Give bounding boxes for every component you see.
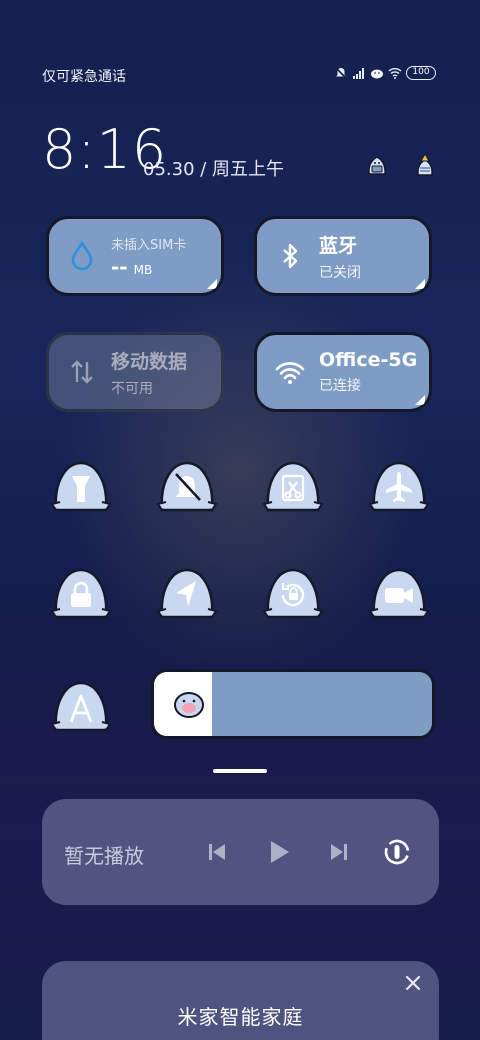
airplane-mode-toggle[interactable] bbox=[368, 456, 430, 514]
wifi-icon bbox=[388, 68, 402, 79]
edit-icon[interactable] bbox=[364, 152, 390, 178]
previous-button[interactable] bbox=[202, 837, 232, 867]
bluetooth-icon bbox=[283, 243, 298, 269]
screen-recorder-toggle[interactable] bbox=[368, 563, 430, 621]
wifi-tile[interactable]: Office-5G 已连接 bbox=[254, 332, 432, 412]
cast-icon bbox=[384, 839, 410, 865]
tile-corner bbox=[415, 395, 425, 405]
mute-icon bbox=[335, 67, 347, 79]
bluetooth-tile[interactable]: 蓝牙 已关闭 bbox=[254, 216, 432, 296]
wifi-icon bbox=[275, 362, 305, 384]
mobile-data-tile[interactable]: 移动数据 不可用 bbox=[46, 332, 224, 412]
bluetooth-status: 已关闭 bbox=[319, 264, 361, 281]
sim-status: 未插入SIM卡 bbox=[111, 237, 187, 253]
smart-home-card[interactable]: 米家智能家庭 bbox=[42, 961, 439, 1040]
battery-indicator: 100 bbox=[406, 66, 436, 80]
wifi-network-name: Office-5G bbox=[319, 349, 418, 371]
pet-icon bbox=[371, 69, 383, 79]
water-drop-icon bbox=[71, 240, 93, 271]
status-icons: 100 bbox=[334, 66, 436, 80]
mobile-data-title: 移动数据 bbox=[111, 350, 188, 373]
mute-toggle[interactable] bbox=[156, 456, 218, 514]
play-button[interactable] bbox=[264, 837, 294, 867]
data-usage-tile[interactable]: 未插入SIM卡 -- MB bbox=[46, 216, 224, 296]
signal-icon bbox=[353, 68, 364, 79]
cast-button[interactable] bbox=[382, 837, 412, 867]
rotation-lock-toggle[interactable] bbox=[262, 563, 324, 621]
next-button[interactable] bbox=[324, 837, 354, 867]
lock-screen-toggle[interactable] bbox=[50, 563, 112, 621]
media-status: 暂无播放 bbox=[64, 844, 144, 868]
flashlight-toggle[interactable] bbox=[50, 456, 112, 514]
panel-drag-handle[interactable] bbox=[213, 769, 267, 773]
data-usage-value: -- bbox=[111, 254, 128, 279]
wifi-status: 已连接 bbox=[319, 378, 361, 394]
carrier-status: 仅可紧急通话 bbox=[42, 69, 126, 85]
media-player-card[interactable]: 暂无播放 bbox=[42, 799, 439, 905]
brightness-slider[interactable] bbox=[151, 669, 435, 739]
auto-brightness-toggle[interactable] bbox=[50, 676, 112, 734]
smart-home-title: 米家智能家庭 bbox=[177, 1005, 304, 1029]
close-icon[interactable] bbox=[403, 973, 423, 993]
tile-corner bbox=[415, 279, 425, 289]
mobile-data-icon bbox=[71, 360, 93, 384]
screenshot-toggle[interactable] bbox=[262, 456, 324, 514]
play-icon bbox=[271, 841, 289, 863]
mobile-data-status: 不可用 bbox=[111, 380, 153, 397]
previous-icon bbox=[209, 844, 225, 860]
tile-corner bbox=[207, 279, 217, 289]
brightness-whale-icon bbox=[174, 692, 204, 718]
bluetooth-title: 蓝牙 bbox=[319, 234, 358, 257]
clock-date: 05.30 / 周五上午 bbox=[143, 159, 285, 180]
settings-icon[interactable] bbox=[412, 152, 438, 178]
location-toggle[interactable] bbox=[156, 563, 218, 621]
next-icon bbox=[331, 844, 347, 860]
data-usage-unit: MB bbox=[133, 262, 153, 277]
